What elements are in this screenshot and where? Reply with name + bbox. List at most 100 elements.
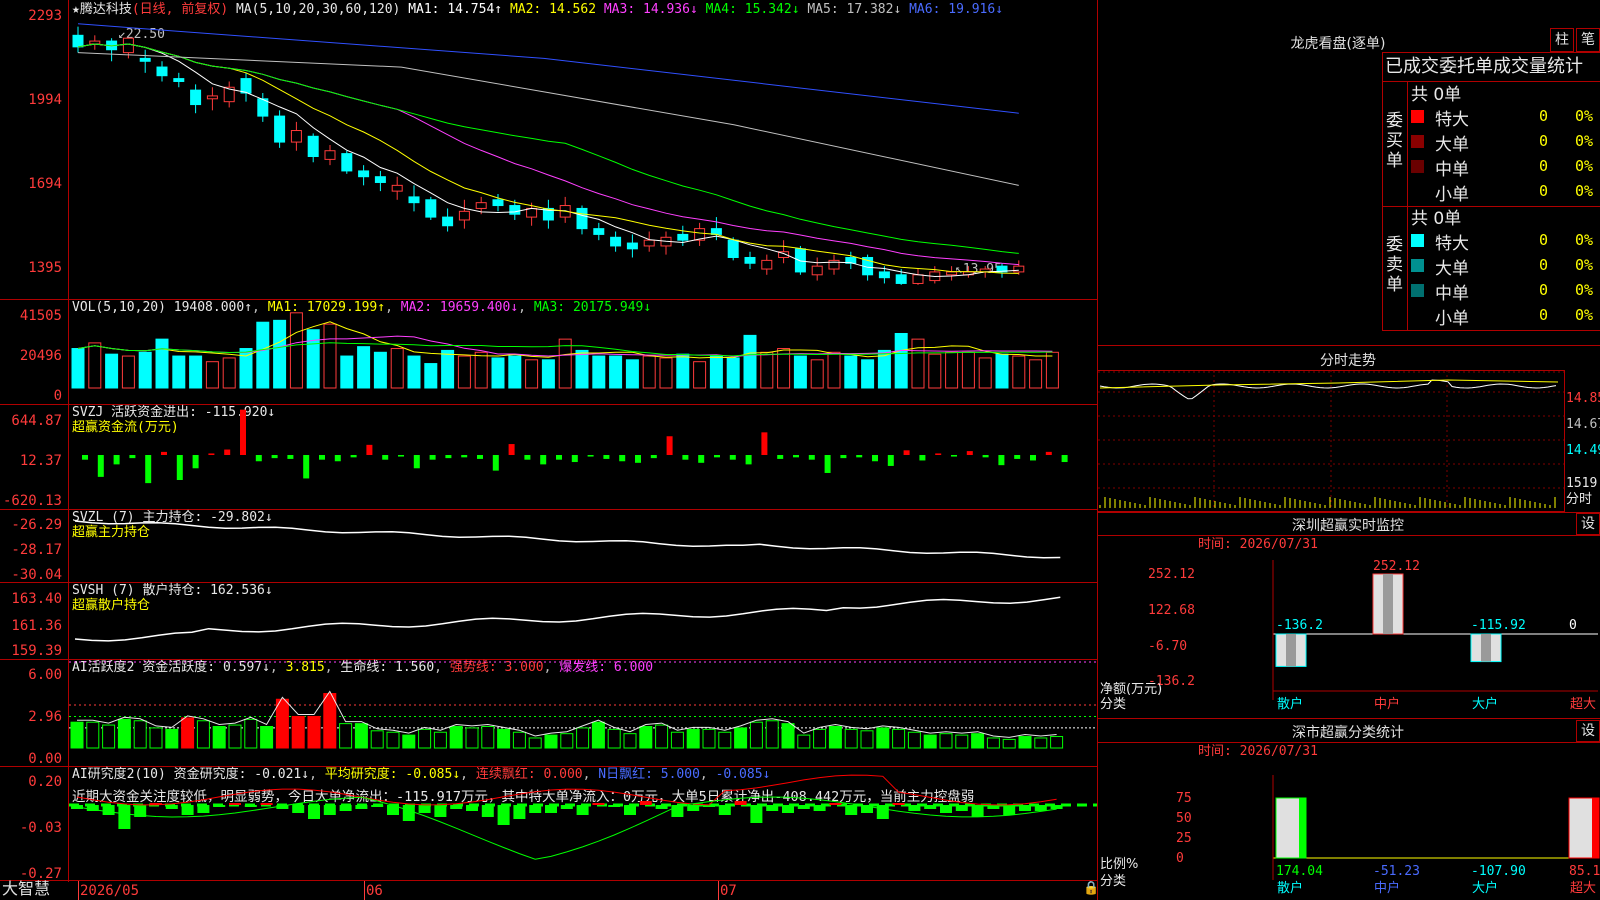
volume-bar bbox=[273, 319, 287, 389]
candle-body bbox=[307, 135, 319, 157]
activity-bar bbox=[117, 718, 131, 749]
volume-bar bbox=[793, 355, 807, 389]
volume-bar bbox=[222, 357, 236, 389]
volume-bar bbox=[609, 355, 623, 389]
monitor-top-line bbox=[1098, 512, 1600, 513]
fund-flow-bar bbox=[255, 455, 262, 462]
volume-bar bbox=[676, 353, 690, 389]
sell-pct: 0% bbox=[1575, 231, 1594, 249]
volume-bar bbox=[491, 357, 505, 389]
research-chart[interactable] bbox=[69, 767, 1097, 880]
stats-category-label: 大户 bbox=[1472, 881, 1499, 896]
volume-bar bbox=[373, 351, 387, 389]
candle-body bbox=[324, 150, 336, 160]
monitor-value-label: 252.12 bbox=[1373, 559, 1420, 574]
fund-flow-bar bbox=[429, 455, 436, 460]
fund-flow-bar bbox=[508, 444, 515, 455]
research-bar bbox=[118, 805, 131, 829]
research-bar bbox=[529, 805, 542, 813]
fund-flow-bar bbox=[129, 455, 136, 459]
research-bar bbox=[971, 805, 984, 817]
research-bar bbox=[671, 805, 684, 817]
chart-area[interactable]: ★腾达科技(日线, 前复权) MA(5,10,20,30,60,120) MA1… bbox=[0, 0, 1099, 900]
monitor-bar-chart[interactable]: -136.2 252.12 -115.92 0 bbox=[1198, 559, 1598, 715]
retail-holding-chart[interactable] bbox=[69, 583, 1097, 659]
lock-icon[interactable]: 🔒 bbox=[1083, 882, 1099, 896]
buy-name: 小单 bbox=[1435, 185, 1469, 205]
monitor-x-caption: 分类 bbox=[1100, 697, 1127, 712]
volume-bar bbox=[441, 349, 455, 389]
lhb-bar-button[interactable]: 柱 bbox=[1550, 28, 1574, 52]
buy-swatch bbox=[1411, 110, 1424, 123]
research-bar bbox=[450, 805, 463, 809]
candle-body bbox=[274, 115, 286, 143]
volume-bar bbox=[205, 361, 219, 389]
activity-bar bbox=[655, 724, 669, 749]
candle-body bbox=[190, 89, 202, 106]
fund-flow-bar bbox=[445, 455, 452, 459]
buy-row: 小单 0 0% bbox=[1411, 180, 1599, 205]
intraday-chart[interactable] bbox=[1098, 370, 1564, 510]
fund-flow-bar bbox=[113, 455, 120, 465]
fund-flow-bar bbox=[808, 455, 815, 460]
buy-swatch bbox=[1411, 160, 1424, 173]
research-bar bbox=[940, 805, 952, 813]
research-bar bbox=[213, 805, 226, 807]
buy-pct: 0% bbox=[1575, 182, 1594, 200]
volume-bar bbox=[827, 351, 841, 389]
research-bar bbox=[497, 805, 510, 825]
buy-label: 委买单 bbox=[1386, 111, 1403, 171]
volume-bar bbox=[575, 349, 589, 389]
volume-chart[interactable] bbox=[69, 300, 1097, 404]
activity-bar bbox=[260, 726, 274, 749]
fund-flow-bar bbox=[240, 409, 246, 455]
stats-settings-button[interactable]: 设 bbox=[1576, 720, 1600, 742]
activity-bar bbox=[1034, 737, 1048, 749]
buy-name: 大单 bbox=[1435, 135, 1469, 155]
candle-body bbox=[761, 259, 773, 270]
price-y-label-1: 2293 bbox=[28, 8, 62, 24]
activity-bar bbox=[102, 724, 116, 749]
activity-bar bbox=[370, 730, 384, 749]
activity-bar bbox=[607, 728, 621, 749]
activity-bar bbox=[813, 728, 827, 749]
stats-bar-chart[interactable]: 174.04 -51.23 -107.90 85.10 bbox=[1198, 775, 1600, 885]
activity-bar bbox=[418, 728, 432, 749]
volume-bar bbox=[306, 329, 320, 389]
activity-bar bbox=[670, 731, 684, 749]
research-bar bbox=[592, 803, 605, 805]
stats-y-label-2: 50 bbox=[1176, 811, 1192, 826]
main-holding-chart[interactable] bbox=[69, 510, 1097, 582]
monitor-title: 深圳超赢实时监控 bbox=[1292, 518, 1404, 534]
activity-chart[interactable] bbox=[69, 660, 1097, 766]
fund-flow-bar bbox=[303, 455, 310, 479]
research-bar bbox=[102, 805, 115, 815]
sell-row: 小单 0 0% bbox=[1411, 304, 1599, 329]
activity-bar bbox=[623, 733, 637, 749]
monitor-settings-button[interactable]: 设 bbox=[1576, 513, 1600, 535]
fund-flow-bar bbox=[366, 444, 373, 455]
lhb-header-line bbox=[1383, 81, 1600, 82]
brand-label: 大智慧 bbox=[2, 879, 51, 898]
sell-count: 0 bbox=[1539, 306, 1549, 324]
activity-bar bbox=[244, 718, 258, 749]
sell-total: 共 0单 bbox=[1411, 209, 1462, 229]
candlestick-chart[interactable] bbox=[69, 0, 1097, 299]
stats-value-label: 174.04 bbox=[1276, 864, 1323, 879]
price-y-label-4: 1395 bbox=[28, 260, 62, 276]
lhb-table: 已成交委托单成交量统计 委买单 委卖单 共 0单 共 0单 特大 0 0% 大单 0 0%… bbox=[1382, 52, 1600, 331]
candle-body bbox=[492, 199, 504, 207]
fund-flow-bar bbox=[571, 455, 578, 463]
fund-flow-bar bbox=[919, 455, 926, 461]
fund-flow-chart[interactable] bbox=[69, 405, 1097, 509]
research-bar bbox=[339, 805, 352, 811]
fund-flow-bar bbox=[650, 455, 657, 459]
right-sidebar: 龙虎看盘(逐单) 柱 笔 已成交委托单成交量统计 委买单 委卖单 共 0单 共 … bbox=[1098, 0, 1600, 900]
stats-value-label: 85.10 bbox=[1569, 864, 1600, 879]
stats-y-label-3: 25 bbox=[1176, 831, 1192, 846]
retail-holding-line bbox=[74, 596, 1061, 642]
fund-flow-bar bbox=[413, 455, 420, 469]
monitor-category-label: 中户 bbox=[1374, 697, 1401, 712]
lhb-pen-button[interactable]: 笔 bbox=[1576, 28, 1600, 52]
sell-count: 0 bbox=[1539, 256, 1549, 274]
